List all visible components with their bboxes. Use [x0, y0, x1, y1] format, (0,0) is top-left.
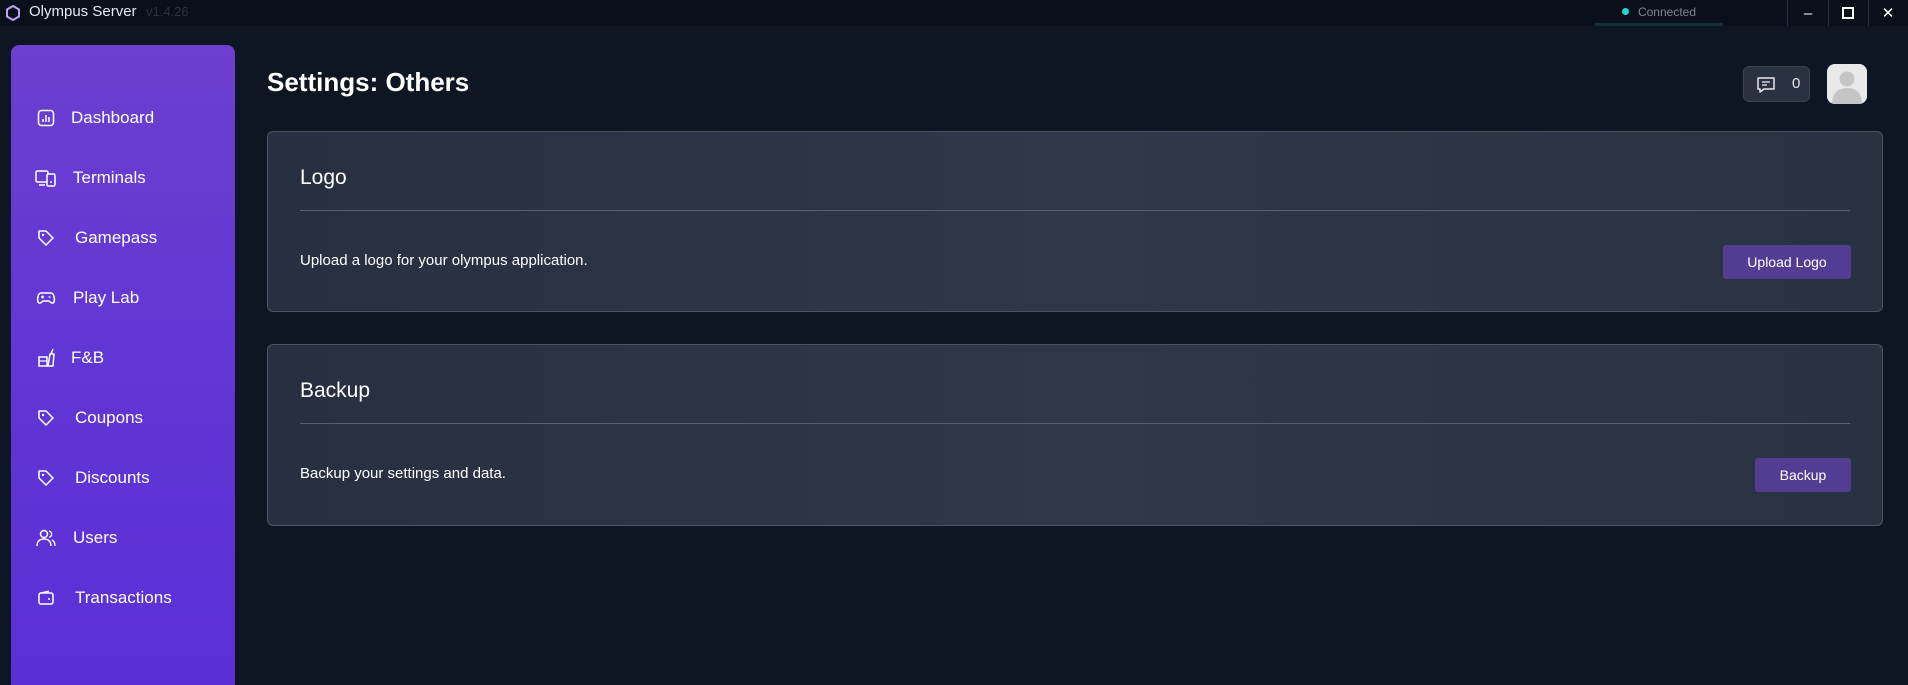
connection-status-label: Connected	[1637, 4, 1697, 19]
sidebar-item-dashboard[interactable]: Dashboard	[11, 98, 235, 138]
sidebar-item-label: Gamepass	[75, 228, 158, 247]
app-version: v1.4.26	[146, 4, 189, 19]
sidebar-item-label: Dashboard	[71, 108, 155, 127]
messages-count: 0	[1792, 75, 1801, 92]
sidebar: Dashboard Terminals Gamepass Play Lab F&…	[11, 45, 235, 685]
logo-card-title: Logo	[300, 166, 347, 189]
connection-status: Connected	[1595, 0, 1723, 26]
users-icon	[35, 527, 57, 549]
sidebar-item-label: Play Lab	[73, 288, 140, 307]
backup-button[interactable]: Backup	[1755, 458, 1851, 492]
sidebar-item-users[interactable]: Users	[11, 518, 235, 558]
user-avatar-icon	[1827, 64, 1867, 104]
messages-button[interactable]: 0	[1743, 66, 1810, 102]
dashboard-icon	[35, 107, 57, 129]
sidebar-item-label: Discounts	[75, 468, 150, 487]
terminals-icon	[35, 167, 57, 189]
minimize-button[interactable]: –	[1788, 0, 1828, 26]
gamepad-icon	[35, 287, 57, 309]
avatar[interactable]	[1827, 64, 1867, 104]
upload-logo-button[interactable]: Upload Logo	[1723, 245, 1851, 279]
maximize-button[interactable]	[1828, 0, 1868, 26]
food-icon	[35, 347, 57, 369]
close-button[interactable]: ✕	[1868, 0, 1908, 26]
sidebar-item-terminals[interactable]: Terminals	[11, 158, 235, 198]
logo-card-description: Upload a logo for your olympus applicati…	[300, 252, 588, 269]
logo-card: Logo Upload a logo for your olympus appl…	[267, 131, 1883, 312]
sidebar-item-coupons[interactable]: Coupons	[11, 398, 235, 438]
sidebar-item-transactions[interactable]: Transactions	[11, 578, 235, 618]
sidebar-item-label: Users	[73, 528, 118, 547]
close-icon: ✕	[1881, 5, 1895, 22]
sidebar-item-label: F&B	[71, 348, 105, 367]
sidebar-item-label: Terminals	[73, 168, 146, 187]
backup-card-title: Backup	[300, 379, 371, 402]
tag-icon	[35, 467, 57, 489]
message-icon	[1757, 77, 1775, 93]
page-title: Settings: Others	[267, 67, 470, 97]
backup-card: Backup Backup your settings and data. Ba…	[267, 344, 1883, 526]
tag-icon	[35, 407, 57, 429]
status-dot-icon	[1621, 8, 1629, 15]
app-title: Olympus Server	[29, 3, 137, 20]
title-bar: Olympus Server v1.4.26 Connected – ✕	[0, 0, 1908, 26]
card-divider	[300, 210, 1850, 211]
maximize-icon	[1842, 7, 1854, 19]
sidebar-item-label: Transactions	[75, 588, 172, 607]
tag-icon	[35, 227, 57, 249]
sidebar-item-discounts[interactable]: Discounts	[11, 458, 235, 498]
sidebar-item-fnb[interactable]: F&B	[11, 338, 235, 378]
card-divider	[300, 423, 1850, 424]
backup-card-description: Backup your settings and data.	[300, 465, 506, 482]
sidebar-item-gamepass[interactable]: Gamepass	[11, 218, 235, 258]
sidebar-item-label: Coupons	[75, 408, 144, 427]
app-logo-icon	[6, 5, 20, 21]
wallet-icon	[35, 587, 57, 609]
sidebar-item-play-lab[interactable]: Play Lab	[11, 278, 235, 318]
minimize-icon: –	[1803, 4, 1813, 22]
